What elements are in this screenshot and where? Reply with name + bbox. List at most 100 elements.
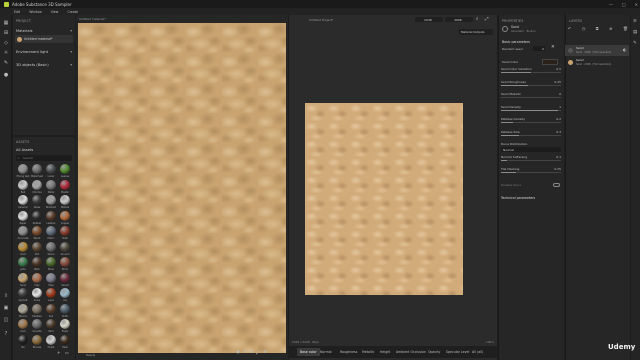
parameter-slider[interactable] (501, 159, 561, 161)
asset-thumbnail[interactable] (60, 334, 70, 345)
parameter-slider[interactable] (501, 84, 561, 86)
asset-thumbnail[interactable] (60, 272, 70, 283)
asset-thumbnail[interactable] (18, 241, 28, 252)
asset-thumbnail[interactable] (32, 179, 42, 190)
menu-view[interactable]: View (51, 10, 59, 14)
menu-edit[interactable]: Edit (14, 10, 20, 14)
delete-icon[interactable]: 🗑 (623, 26, 628, 32)
asset-thumbnail[interactable] (32, 210, 42, 221)
asset-thumbnail[interactable] (60, 257, 70, 267)
objects-label[interactable]: 3D objects (Basic) (16, 63, 49, 67)
export-icon[interactable]: ⇪ (3, 293, 9, 299)
add-layer-icon[interactable]: ⊕ (609, 26, 612, 32)
asset-thumbnail[interactable] (18, 288, 28, 298)
parameter-slider[interactable] (501, 172, 561, 173)
asset-thumbnail[interactable] (60, 288, 70, 298)
chevron-down-icon[interactable]: ▾ (70, 63, 72, 67)
properties-toggle-icon[interactable]: ≡ (633, 19, 637, 24)
asset-thumbnail[interactable] (60, 164, 70, 174)
shuffle-icon[interactable]: ✕ (551, 45, 555, 50)
asset-thumbnail[interactable] (32, 319, 42, 329)
asset-thumbnail[interactable] (18, 226, 28, 236)
settings-icon[interactable]: ⚙ (263, 350, 267, 358)
asset-thumbnail[interactable] (46, 319, 56, 329)
visibility-icon[interactable]: ◐ (623, 47, 627, 52)
asset-thumbnail[interactable] (32, 195, 42, 205)
asset-thumbnail[interactable] (18, 319, 28, 329)
rotate-icon[interactable]: ⟳ (243, 350, 247, 358)
asset-thumbnail[interactable] (18, 257, 28, 267)
asset-thumbnail[interactable] (18, 272, 28, 283)
history-icon[interactable]: ◷ (582, 26, 586, 32)
technical-params-header[interactable]: Technical parameters (501, 196, 535, 200)
asset-thumbnail[interactable] (60, 319, 70, 329)
zoom-icon[interactable]: ⌕ (476, 16, 479, 22)
close-button[interactable]: ✕ (635, 2, 638, 7)
brush-icon[interactable]: ✎ (633, 41, 637, 46)
material-item[interactable]: Untitled material* (15, 35, 73, 43)
channel-tab[interactable]: Ambient Occlusion (393, 348, 429, 356)
env-light-label[interactable]: Environment light (16, 50, 48, 54)
expand-icon[interactable]: ⤢ (485, 16, 489, 22)
folder-icon[interactable]: ▭ (65, 350, 69, 355)
asset-thumbnail[interactable] (32, 334, 42, 345)
chevron-down-icon[interactable]: ▾ (70, 50, 72, 54)
distribution-dropdown[interactable]: Normal (501, 147, 561, 152)
channel-tab[interactable]: Height (377, 348, 394, 356)
sand-2d-texture[interactable] (305, 103, 463, 295)
asset-thumbnail[interactable] (60, 210, 70, 221)
basic-params-header[interactable]: Basic parameters (502, 40, 530, 44)
asset-thumbnail[interactable] (60, 179, 70, 190)
zoom-in-icon[interactable]: ⊕ (250, 350, 254, 358)
parameter-value[interactable]: 0.25 (554, 167, 561, 171)
parameter-value[interactable]: 0.2 (556, 117, 561, 121)
viewport-2d[interactable]: Untitled Project* 2048 4096 ⌕ ⤢ Material… (289, 15, 497, 360)
parameter-slider[interactable] (501, 109, 561, 111)
asset-thumbnail[interactable] (18, 179, 28, 190)
asset-thumbnail[interactable] (32, 226, 42, 236)
sand-3d-preview[interactable] (78, 23, 286, 353)
fit-icon[interactable]: ⤢ (257, 350, 261, 358)
parameter-slider[interactable] (501, 72, 561, 73)
asset-thumbnail[interactable] (46, 272, 56, 283)
asset-thumbnail[interactable] (46, 179, 56, 190)
edit-icon[interactable]: ✎ (3, 60, 9, 66)
random-seed-field[interactable]: 0 (533, 46, 545, 51)
layers-toggle-icon[interactable]: ▤ (633, 30, 637, 35)
parameter-value[interactable]: 0.45 (554, 80, 561, 84)
asset-thumbnail[interactable] (46, 288, 56, 298)
assets-icon[interactable]: ▣ (3, 305, 9, 311)
resolution-dropdown[interactable]: 4096 (445, 17, 473, 22)
asset-thumbnail[interactable] (46, 334, 56, 345)
parameter-value[interactable]: 0.5 (556, 67, 561, 71)
chevron-down-icon[interactable]: ▾ (70, 29, 72, 33)
library-icon[interactable]: ◫ (3, 317, 9, 323)
channel-tab[interactable]: All (all) (469, 348, 486, 356)
cube-icon[interactable]: ◇ (3, 40, 9, 46)
help-icon[interactable]: ? (3, 331, 9, 337)
parameter-value[interactable]: 1 (559, 105, 561, 109)
duplicate-icon[interactable]: ⧉ (596, 26, 599, 32)
sun-icon[interactable]: ☼ (3, 50, 9, 56)
asset-thumbnail[interactable] (46, 210, 56, 221)
parameter-slider[interactable] (501, 134, 561, 136)
grid-icon[interactable]: ⊞ (3, 30, 9, 36)
asset-thumbnail[interactable] (46, 303, 56, 314)
parameter-value[interactable]: 0.1 (556, 155, 561, 159)
asset-thumbnail[interactable] (32, 303, 42, 314)
materials-label[interactable]: Materials (16, 29, 32, 33)
asset-thumbnail[interactable] (18, 195, 28, 205)
size-dropdown[interactable]: 2048 (415, 17, 443, 22)
asset-thumbnail[interactable] (18, 210, 28, 221)
asset-thumbnail[interactable] (32, 164, 42, 174)
add-icon[interactable]: + (57, 350, 60, 355)
asset-thumbnail[interactable] (46, 241, 56, 252)
disable-dune-toggle[interactable] (553, 183, 560, 187)
viewport-3d[interactable]: Untitled material* Ready ◉ ⟳ ⊕ ⤢ ⚙ (76, 15, 288, 360)
channel-tab[interactable]: Specular Level (443, 348, 472, 356)
asset-thumbnail[interactable] (32, 241, 42, 252)
channel-tab[interactable]: Roughness (337, 348, 360, 356)
search-input[interactable] (23, 155, 69, 161)
assets-section-label[interactable]: All Assets (16, 148, 33, 152)
parameter-slider[interactable] (501, 122, 561, 123)
